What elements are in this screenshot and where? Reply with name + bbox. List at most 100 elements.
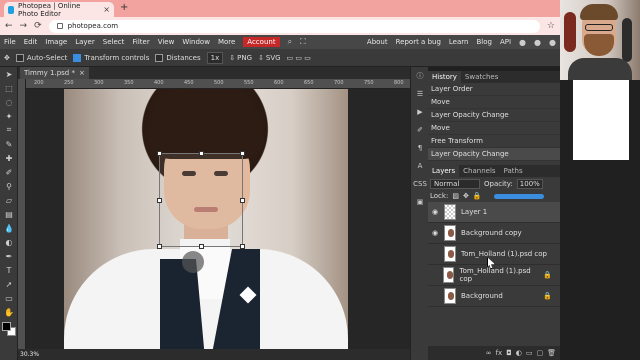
scale-select[interactable]: 1x [206, 51, 224, 64]
crop-tool-icon[interactable]: ⌗ [0, 123, 18, 137]
layer-row[interactable]: Tom_Holland (1).psd cop [428, 244, 560, 265]
browser-tab[interactable]: Photopea | Online Photo Editor × [4, 2, 114, 18]
shape-tool-icon[interactable]: ▭ [0, 291, 18, 305]
visibility-eye-icon[interactable]: ◉ [431, 229, 439, 237]
menu-file[interactable]: File [4, 38, 16, 46]
healing-brush-icon[interactable]: ✚ [0, 151, 18, 165]
hand-tool-icon[interactable]: ✋ [0, 305, 18, 319]
transform-handle[interactable] [240, 151, 245, 156]
trash-icon[interactable]: 🗑 [547, 349, 556, 357]
history-item[interactable]: Layer Order [428, 83, 560, 96]
gradient-tool-icon[interactable]: ▤ [0, 207, 18, 221]
eyedropper-icon[interactable]: ✎ [0, 137, 18, 151]
opacity-input[interactable]: 100% [516, 178, 543, 189]
dodge-tool-icon[interactable]: ◐ [0, 235, 18, 249]
lock-position-icon[interactable]: ✥ [463, 192, 469, 200]
learn-link[interactable]: Learn [449, 38, 469, 46]
fullscreen-icon[interactable]: ⛶ [300, 37, 306, 47]
transform-handle[interactable] [199, 244, 204, 249]
paragraph-icon[interactable]: ¶ [411, 139, 429, 157]
twitter-icon[interactable]: ● [534, 38, 541, 47]
transform-controls-checkbox[interactable]: Transform controls [73, 53, 149, 62]
clone-stamp-icon[interactable]: ⚲ [0, 179, 18, 193]
marquee-tool-icon[interactable]: ⬚ [0, 81, 18, 95]
lock-all-icon[interactable]: 🔒 [473, 192, 482, 200]
lock-pixels-icon[interactable]: ▨ [452, 192, 459, 200]
auto-select-checkbox[interactable]: Auto-Select [15, 53, 67, 62]
menu-view[interactable]: View [158, 38, 175, 46]
menu-image[interactable]: Image [45, 38, 67, 46]
export-png-button[interactable]: ⇩ PNG [229, 54, 252, 62]
link-icon[interactable]: ∞ [486, 349, 492, 357]
css-icon[interactable]: CSS [411, 175, 429, 193]
path-select-icon[interactable]: ➚ [0, 277, 18, 291]
url-field[interactable]: photopea.com [48, 19, 540, 33]
menu-layer[interactable]: Layer [75, 38, 95, 46]
menu-filter[interactable]: Filter [132, 38, 149, 46]
api-link[interactable]: API [500, 38, 511, 46]
visibility-eye-icon[interactable]: ◉ [431, 208, 439, 216]
blend-mode-select[interactable]: Normal [430, 178, 480, 189]
distances-checkbox[interactable]: Distances [155, 53, 201, 62]
layer-row[interactable]: ◉ Layer 1 [428, 202, 560, 223]
history-item-selected[interactable]: Layer Opacity Change [428, 148, 560, 161]
layer-row[interactable]: Tom_Holland (1).psd cop 🔒 [428, 265, 560, 286]
transform-handle[interactable] [240, 244, 245, 249]
transform-handle[interactable] [199, 151, 204, 156]
back-button[interactable]: ← [5, 21, 13, 31]
menu-window[interactable]: Window [182, 38, 210, 46]
properties-icon[interactable]: ☰ [411, 85, 429, 103]
close-tab-icon[interactable]: × [103, 5, 110, 14]
bookmark-star-icon[interactable]: ☆ [547, 21, 555, 31]
fill-slider[interactable] [493, 193, 544, 199]
reddit-icon[interactable]: ● [519, 38, 526, 47]
new-layer-icon[interactable]: ▢ [536, 349, 543, 357]
transform-handle[interactable] [157, 151, 162, 156]
about-link[interactable]: About [367, 38, 388, 46]
fx-icon[interactable]: fx [496, 349, 503, 357]
move-tool-icon[interactable]: ➤ [0, 67, 18, 81]
transform-handle[interactable] [157, 198, 162, 203]
history-item[interactable]: Move [428, 96, 560, 109]
transform-handle[interactable] [157, 244, 162, 249]
lasso-tool-icon[interactable]: ◌ [0, 95, 18, 109]
tab-paths[interactable]: Paths [500, 165, 527, 177]
history-item[interactable]: Layer Opacity Change [428, 109, 560, 122]
search-icon[interactable]: ⌕ [288, 37, 292, 47]
tab-swatches[interactable]: Swatches [461, 71, 502, 83]
document-tab[interactable]: Timmy 1.psd * × [20, 67, 89, 79]
menu-more[interactable]: More [218, 38, 235, 46]
menu-select[interactable]: Select [103, 38, 125, 46]
brush-settings-icon[interactable]: ✐ [411, 121, 429, 139]
facebook-icon[interactable]: ● [549, 38, 556, 47]
blog-link[interactable]: Blog [476, 38, 491, 46]
tab-channels[interactable]: Channels [459, 165, 499, 177]
forward-button[interactable]: → [20, 21, 28, 31]
mask-icon[interactable]: ◘ [506, 349, 512, 357]
layer-row[interactable]: Background 🔒 [428, 286, 560, 307]
canvas-area[interactable] [26, 89, 410, 349]
adjustment-icon[interactable]: ◐ [516, 349, 522, 357]
history-item[interactable]: Move [428, 122, 560, 135]
brush-tool-icon[interactable]: ✐ [0, 165, 18, 179]
info-icon[interactable]: ⓘ [411, 67, 429, 85]
layer-row[interactable]: ◉ Background copy [428, 223, 560, 244]
actions-icon[interactable]: ▶ [411, 103, 429, 121]
tab-layers[interactable]: Layers [428, 165, 460, 177]
folder-icon[interactable]: ▭ [526, 349, 533, 357]
character-icon[interactable]: A [411, 157, 429, 175]
type-tool-icon[interactable]: T [0, 263, 18, 277]
close-document-icon[interactable]: × [79, 69, 85, 77]
history-item[interactable]: Free Transform [428, 135, 560, 148]
image-icon[interactable]: ▣ [411, 193, 429, 211]
tab-history[interactable]: History [428, 71, 461, 83]
transform-handle[interactable] [240, 198, 245, 203]
report-bug-link[interactable]: Report a bug [396, 38, 441, 46]
pen-tool-icon[interactable]: ✒ [0, 249, 18, 263]
new-tab-button[interactable]: + [120, 2, 128, 13]
menu-edit[interactable]: Edit [24, 38, 38, 46]
export-svg-button[interactable]: ⇩ SVG [258, 54, 281, 62]
blur-tool-icon[interactable]: 💧 [0, 221, 18, 235]
magic-wand-icon[interactable]: ✦ [0, 109, 18, 123]
account-button[interactable]: Account [243, 37, 280, 47]
